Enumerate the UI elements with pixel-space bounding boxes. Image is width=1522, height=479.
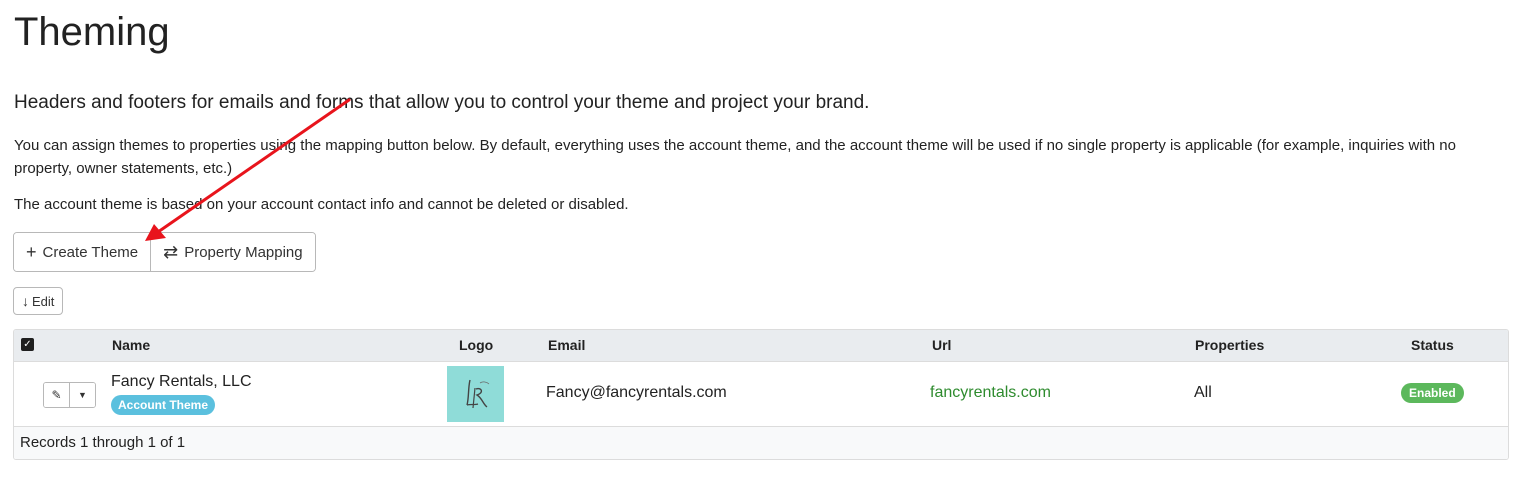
fancy-rentals-logo [447, 366, 504, 422]
themes-table: ✓ Name Logo Email Url Properties Status … [13, 329, 1509, 460]
column-header-email[interactable]: Email [548, 337, 585, 353]
property-mapping-label: Property Mapping [184, 243, 303, 261]
status-badge: Enabled [1401, 383, 1464, 403]
records-count: Records 1 through 1 of 1 [20, 434, 186, 451]
create-theme-button[interactable]: + Create Theme [14, 233, 151, 271]
page-note: The account theme is based on your accou… [14, 196, 629, 213]
property-mapping-button[interactable]: ⇄ Property Mapping [150, 233, 315, 271]
theme-name: Fancy Rentals, LLC [111, 373, 252, 390]
column-header-url[interactable]: Url [932, 337, 951, 353]
edit-button[interactable]: ↓ Edit [13, 287, 64, 315]
logo-monogram-icon [465, 379, 489, 409]
theme-url-link[interactable]: fancyrentals.com [930, 384, 1051, 402]
column-header-status[interactable]: Status [1411, 337, 1454, 353]
chevron-down-icon[interactable]: ▼ [69, 383, 95, 407]
plus-icon: + [26, 242, 37, 262]
create-theme-label: Create Theme [42, 243, 139, 261]
row-actions: ✎ ▼ [43, 382, 96, 408]
column-header-name[interactable]: Name [112, 337, 150, 353]
table-header: ✓ Name Logo Email Url Properties Status [14, 330, 1508, 362]
edit-label: Edit [32, 293, 55, 309]
account-theme-badge: Account Theme [111, 395, 216, 415]
column-header-logo: Logo [459, 337, 494, 353]
theme-email: Fancy@fancyrentals.com [546, 384, 727, 401]
swap-arrows-icon: ⇄ [163, 242, 179, 262]
arrow-down-icon: ↓ [22, 293, 29, 309]
column-header-properties[interactable]: Properties [1195, 337, 1264, 353]
page-title: Theming [14, 10, 170, 54]
page-description: You can assign themes to properties usin… [14, 137, 1456, 177]
page-lead: Headers and footers for emails and forms… [14, 92, 870, 113]
table-row: ✎ ▼ Fancy Rentals, LLC Account Theme Fan… [14, 362, 1508, 427]
theme-toolbar: + Create Theme ⇄ Property Mapping [13, 232, 316, 272]
pencil-icon[interactable]: ✎ [44, 383, 69, 407]
table-footer: Records 1 through 1 of 1 [14, 427, 1508, 459]
theme-properties: All [1194, 384, 1212, 401]
select-all-checkbox[interactable]: ✓ [21, 338, 34, 351]
